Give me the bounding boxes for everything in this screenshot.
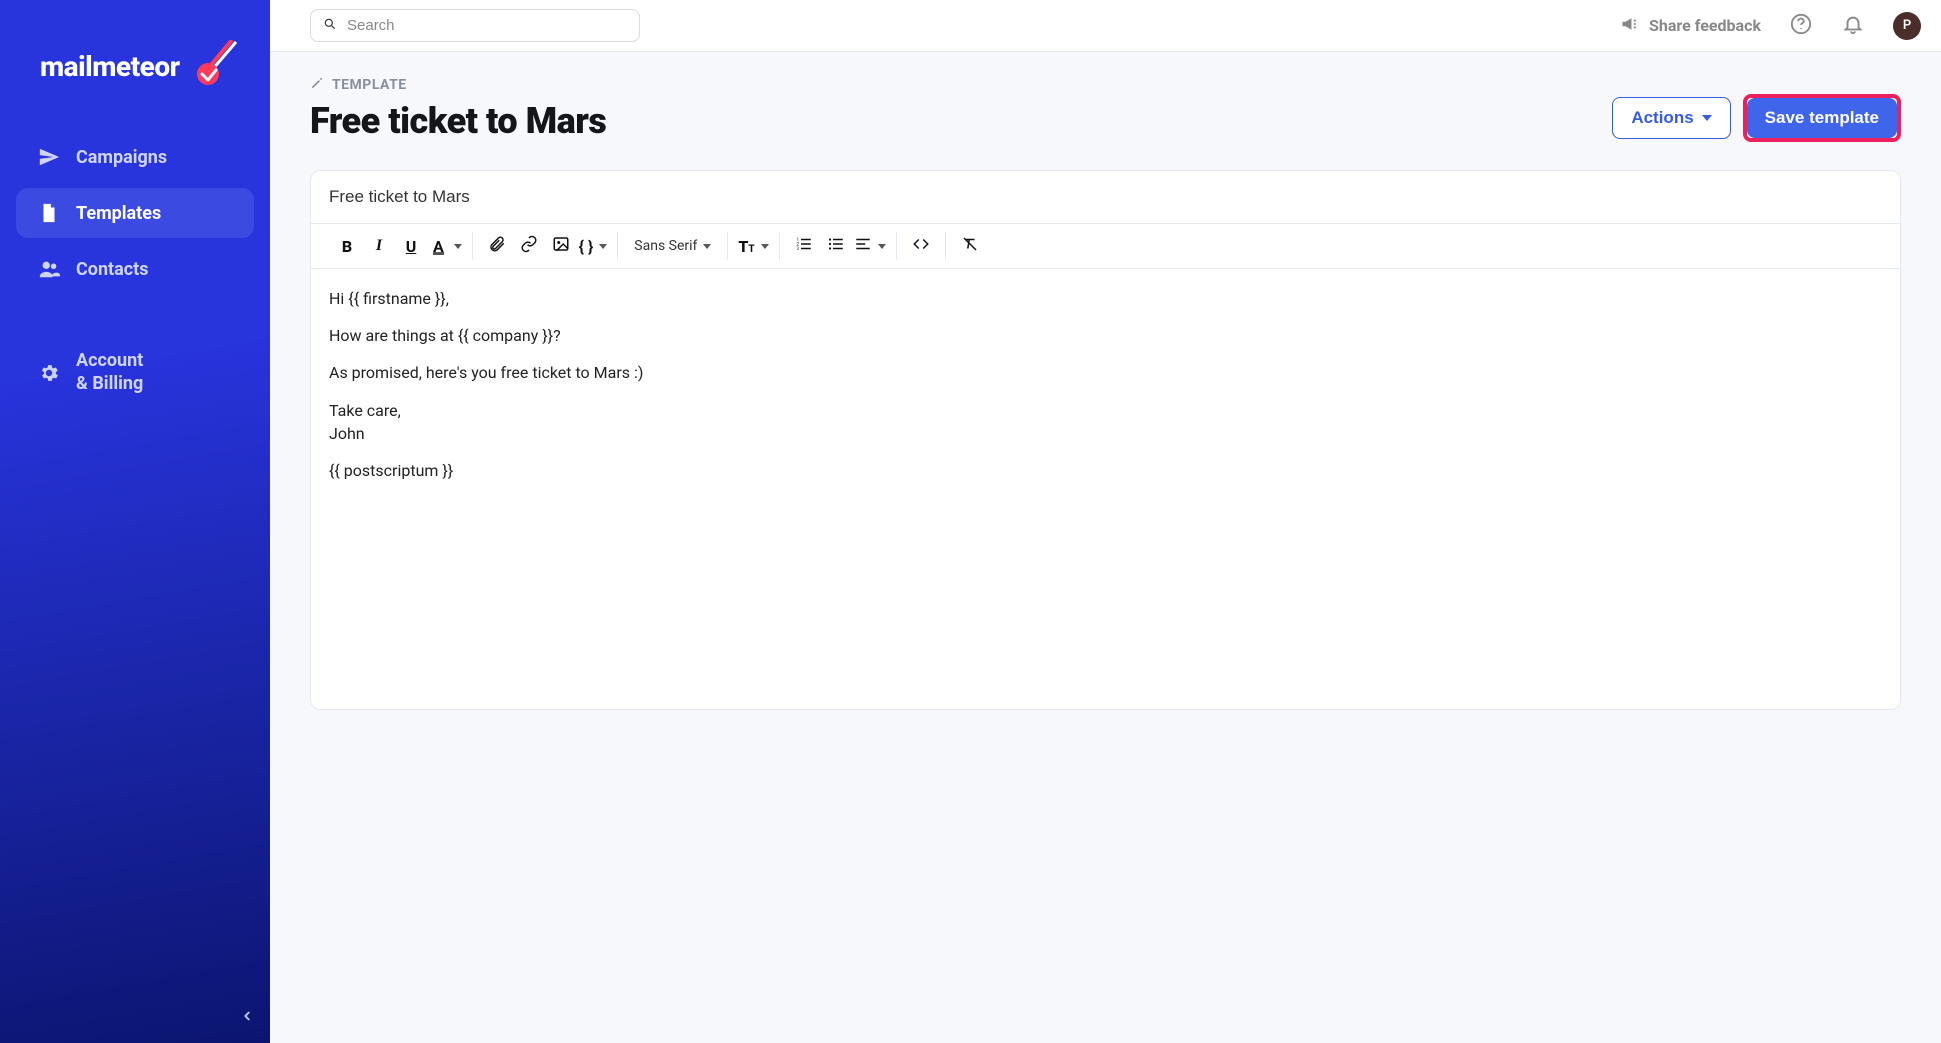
- italic-button[interactable]: I: [365, 232, 393, 260]
- font-size-icon: TT: [738, 237, 754, 256]
- page-header: TEMPLATE Free ticket to Mars Actions Sav…: [270, 52, 1941, 158]
- code-icon: [912, 235, 930, 257]
- sidebar-item-label: Campaigns: [76, 147, 167, 168]
- body-line: {{ postscriptum }}: [329, 459, 1882, 482]
- clear-format-icon: [961, 235, 979, 257]
- save-template-button[interactable]: Save template: [1747, 98, 1897, 138]
- subject-row: [311, 171, 1900, 224]
- sidebar-item-label: Account & Billing: [76, 350, 143, 395]
- search-input[interactable]: [347, 17, 627, 34]
- image-icon: [552, 235, 570, 257]
- brand-name: mailmeteor: [40, 50, 180, 83]
- sidebar-item-campaigns[interactable]: Campaigns: [16, 132, 254, 182]
- save-label: Save template: [1765, 108, 1879, 128]
- link-icon: [520, 235, 538, 257]
- page-header-actions: Actions Save template: [1612, 94, 1901, 142]
- help-circle-icon: [1790, 13, 1812, 39]
- sidebar-collapse-button[interactable]: [240, 1008, 254, 1027]
- page-title: Free ticket to Mars: [310, 100, 606, 142]
- subject-input[interactable]: [329, 187, 1882, 207]
- breadcrumb[interactable]: TEMPLATE: [310, 76, 606, 94]
- breadcrumb-label: TEMPLATE: [332, 77, 407, 93]
- sidebar-nav: Campaigns Templates Contacts Account & B…: [0, 132, 270, 409]
- search-icon: [323, 16, 337, 35]
- share-feedback-label: Share feedback: [1649, 16, 1761, 35]
- ordered-list-button[interactable]: 123: [790, 232, 818, 260]
- bold-button[interactable]: B: [333, 232, 361, 260]
- body-line: Hi {{ firstname }},: [329, 287, 1882, 310]
- font-color-button[interactable]: A: [429, 232, 462, 260]
- code-button[interactable]: [907, 232, 935, 260]
- braces-icon: { }: [579, 237, 594, 256]
- font-family-label: Sans Serif: [634, 238, 697, 254]
- ordered-list-icon: 123: [795, 235, 813, 257]
- sidebar: mailmeteor Campaigns Templates: [0, 0, 270, 1043]
- pencil-icon: [310, 76, 324, 94]
- align-icon: [854, 235, 872, 257]
- clear-format-button[interactable]: [956, 232, 984, 260]
- file-icon: [38, 202, 60, 224]
- main: Share feedback P TEMPLATE Free ticket to…: [270, 0, 1941, 1043]
- underline-button[interactable]: U: [397, 232, 425, 260]
- sidebar-item-templates[interactable]: Templates: [16, 188, 254, 238]
- avatar[interactable]: P: [1893, 12, 1921, 40]
- help-button[interactable]: [1789, 14, 1813, 38]
- editor-card: B I U A: [310, 170, 1901, 710]
- image-button[interactable]: [547, 232, 575, 260]
- sidebar-item-label: Templates: [76, 203, 161, 224]
- avatar-initial: P: [1903, 18, 1911, 33]
- sidebar-item-account-billing[interactable]: Account & Billing: [16, 336, 254, 409]
- save-button-highlight: Save template: [1743, 94, 1901, 142]
- align-button[interactable]: [854, 232, 886, 260]
- page-header-left: TEMPLATE Free ticket to Mars: [310, 76, 606, 142]
- brand-logo[interactable]: mailmeteor: [0, 0, 270, 132]
- search-input-wrapper[interactable]: [310, 9, 640, 42]
- gear-icon: [38, 362, 60, 384]
- sidebar-item-label: Contacts: [76, 259, 148, 280]
- topbar: Share feedback P: [270, 0, 1941, 52]
- body-line: As promised, here's you free ticket to M…: [329, 361, 1882, 384]
- people-icon: [38, 258, 60, 280]
- paperclip-icon: [488, 235, 506, 257]
- body-signature: Take care, John: [329, 399, 1882, 445]
- bell-icon: [1842, 13, 1864, 39]
- font-family-select[interactable]: Sans Serif: [628, 232, 717, 260]
- variable-button[interactable]: { }: [579, 232, 608, 260]
- svg-text:3: 3: [796, 246, 799, 252]
- unordered-list-button[interactable]: [822, 232, 850, 260]
- unordered-list-icon: [827, 235, 845, 257]
- attachment-button[interactable]: [483, 232, 511, 260]
- link-button[interactable]: [515, 232, 543, 260]
- font-size-button[interactable]: TT: [738, 232, 768, 260]
- send-icon: [38, 146, 60, 168]
- chevron-down-icon: [1702, 115, 1712, 121]
- meteor-icon: [190, 40, 238, 92]
- actions-label: Actions: [1631, 108, 1693, 128]
- megaphone-icon: [1621, 15, 1639, 37]
- sidebar-item-contacts[interactable]: Contacts: [16, 244, 254, 294]
- actions-dropdown[interactable]: Actions: [1612, 97, 1730, 139]
- share-feedback-button[interactable]: Share feedback: [1621, 15, 1761, 37]
- body-line: How are things at {{ company }}?: [329, 324, 1882, 347]
- notifications-button[interactable]: [1841, 14, 1865, 38]
- editor-toolbar: B I U A: [311, 224, 1900, 269]
- editor-body[interactable]: Hi {{ firstname }}, How are things at {{…: [311, 269, 1900, 709]
